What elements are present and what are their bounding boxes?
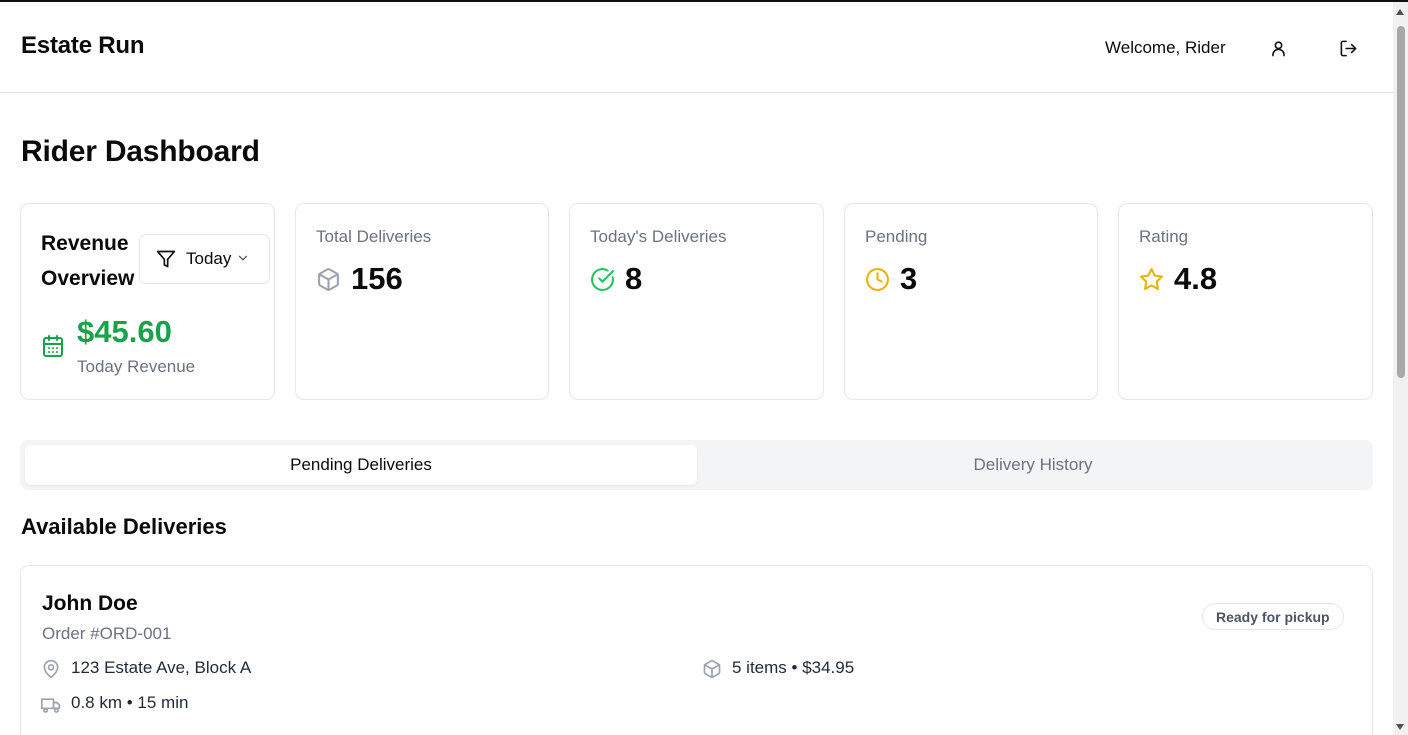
truck-icon xyxy=(41,698,61,713)
order-items-total: 5 items • $34.95 xyxy=(732,658,855,677)
user-icon xyxy=(1271,40,1285,56)
deliveries-tabs: Pending Deliveries Delivery History xyxy=(20,440,1373,490)
revenue-card-title: Revenue Overview xyxy=(41,232,135,290)
scroll-down-arrow-icon[interactable] xyxy=(1396,724,1404,730)
stat-card-rating: Rating 4.8 xyxy=(1118,203,1373,400)
page-title: Rider Dashboard xyxy=(21,135,260,168)
check-circle-icon xyxy=(591,268,614,291)
stat-label: Total Deliveries xyxy=(316,227,432,246)
scrollbar-thumb[interactable] xyxy=(1397,26,1405,378)
revenue-subtitle: Today Revenue xyxy=(77,357,196,376)
stat-card-pending: Pending 3 xyxy=(844,203,1098,400)
tab-delivery-history[interactable]: Delivery History xyxy=(698,445,1368,485)
filter-selected-value: Today xyxy=(186,249,232,268)
stat-value: 4.8 xyxy=(1174,261,1218,296)
revenue-filter-dropdown[interactable]: Today xyxy=(139,234,270,284)
stat-value: 8 xyxy=(625,261,643,296)
clock-icon xyxy=(866,268,889,291)
brand-logo[interactable]: Estate Run xyxy=(21,32,145,60)
map-pin-icon xyxy=(43,659,59,679)
scroll-up-arrow-icon[interactable] xyxy=(1396,9,1404,15)
stat-label: Rating xyxy=(1139,227,1189,246)
stat-value: 156 xyxy=(351,261,403,296)
stat-label: Today's Deliveries xyxy=(590,227,727,246)
delivery-distance-time: 0.8 km • 15 min xyxy=(71,693,189,712)
profile-button[interactable] xyxy=(1264,34,1292,62)
stat-card-total-deliveries: Total Deliveries 156 xyxy=(295,203,549,400)
delivery-order-card[interactable]: John Doe Order #ORD-001 Ready for pickup… xyxy=(20,565,1373,735)
available-deliveries-title: Available Deliveries xyxy=(21,514,227,539)
app-header: Estate Run Welcome, Rider xyxy=(0,2,1393,93)
welcome-text: Welcome, Rider xyxy=(1105,38,1226,57)
revenue-amount: $45.60 xyxy=(77,314,172,349)
revenue-overview-card: Revenue Overview Today $45.60 Today Reve… xyxy=(20,203,275,400)
status-badge: Ready for pickup xyxy=(1202,603,1344,630)
page-scrollbar[interactable] xyxy=(1393,2,1408,735)
delivery-address: 123 Estate Ave, Block A xyxy=(71,658,252,677)
order-number: Order #ORD-001 xyxy=(42,624,172,643)
filter-icon xyxy=(156,250,176,268)
logout-button[interactable] xyxy=(1334,34,1362,62)
logout-icon xyxy=(1340,40,1356,56)
chevron-down-icon xyxy=(238,255,248,261)
stat-card-todays-deliveries: Today's Deliveries 8 xyxy=(569,203,824,400)
package-icon xyxy=(318,268,339,292)
package-icon xyxy=(703,659,721,679)
stat-label: Pending xyxy=(865,227,928,246)
stat-value: 3 xyxy=(900,261,918,296)
customer-name: John Doe xyxy=(42,592,138,615)
tab-pending-deliveries[interactable]: Pending Deliveries xyxy=(25,445,697,485)
calendar-icon xyxy=(43,335,63,357)
star-icon xyxy=(1140,268,1163,290)
